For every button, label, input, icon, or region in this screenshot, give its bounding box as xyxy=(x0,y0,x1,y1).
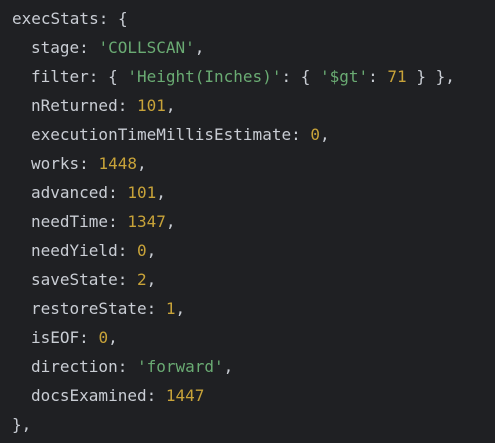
key-restorestate: restoreState xyxy=(31,299,147,318)
punc-colon: : xyxy=(98,9,118,28)
code-line-execstats-open: execStats: { xyxy=(12,4,495,33)
punc-comma: , xyxy=(165,96,176,115)
key-executiontimemillisestimate: executionTimeMillisEstimate xyxy=(31,125,292,144)
key-advanced: advanced xyxy=(31,183,109,202)
punc-colon: : xyxy=(117,270,137,289)
punc-comma: , xyxy=(165,212,176,231)
code-viewer: execStats: { stage: 'COLLSCAN', filter : … xyxy=(0,0,495,443)
value-filter-field: 'Height(Inches)' xyxy=(127,67,282,86)
punc-colon: : xyxy=(146,386,166,405)
code-line-direction: direction: 'forward', xyxy=(12,352,495,381)
value-stage: 'COLLSCAN' xyxy=(98,38,195,57)
punc-comma: , xyxy=(108,328,118,347)
punc-comma: , xyxy=(156,183,166,202)
key-docsexamined: docsExamined xyxy=(31,386,147,405)
punc-colon: : xyxy=(88,67,109,86)
code-line-docsexamined: docsExamined: 1447 xyxy=(12,381,495,410)
punc-comma: , xyxy=(175,299,186,318)
value-filter-threshold: 71 xyxy=(387,67,407,86)
value-savestate: 2 xyxy=(136,270,147,289)
punc-colon: : xyxy=(108,183,128,202)
key-stage: stage xyxy=(31,38,80,57)
key-needtime: needTime xyxy=(31,212,109,231)
punc-comma: , xyxy=(146,241,157,260)
punc-comma: , xyxy=(223,357,234,376)
punc-close-brace: }, xyxy=(12,415,32,434)
value-nreturned: 101 xyxy=(136,96,166,115)
key-iseof: isEOF xyxy=(31,328,80,347)
punc-colon-brace: : { xyxy=(281,67,320,86)
key-works: works xyxy=(31,154,80,173)
punc-comma: , xyxy=(136,154,147,173)
key-savestate: saveState xyxy=(31,270,118,289)
punc-comma: , xyxy=(146,270,157,289)
key-filter: filter xyxy=(31,67,89,86)
punc-open-brace: { xyxy=(117,9,128,28)
punc-close-braces: } }, xyxy=(406,67,455,86)
code-line-nreturned: nReturned: 101, xyxy=(12,91,495,120)
value-restorestate: 1 xyxy=(165,299,176,318)
value-needtime: 1347 xyxy=(127,212,166,231)
punc-comma: , xyxy=(194,38,205,57)
key-direction: direction xyxy=(31,357,118,376)
punc-colon: : xyxy=(108,212,128,231)
value-docsexamined: 1447 xyxy=(165,386,205,405)
code-line-works: works: 1448, xyxy=(12,149,495,178)
punc-colon: : xyxy=(146,299,166,318)
code-line-stage: stage: 'COLLSCAN', xyxy=(12,33,495,62)
code-line-restorestate: restoreState: 1, xyxy=(12,294,495,323)
punc-open-brace: { xyxy=(108,67,128,86)
value-filter-operator: '$gt' xyxy=(319,67,369,86)
code-line-executiontimemillisestimate: executionTimeMillisEstimate: 0, xyxy=(12,120,495,149)
punc-comma: , xyxy=(320,125,330,144)
code-line-iseof: isEOF: 0, xyxy=(12,323,495,352)
punc-colon: : xyxy=(117,357,137,376)
value-works: 1448 xyxy=(98,154,137,173)
code-line-savestate: saveState: 2, xyxy=(12,265,495,294)
key-nreturned: nReturned xyxy=(31,96,118,115)
value-direction: 'forward' xyxy=(136,357,224,376)
punc-colon: : xyxy=(79,154,99,173)
punc-colon: : xyxy=(117,96,137,115)
key-needyield: needYield xyxy=(31,241,118,260)
code-line-needyield: needYield: 0, xyxy=(12,236,495,265)
punc-colon: : xyxy=(79,328,99,347)
code-line-close: }, xyxy=(12,410,495,439)
punc-colon: : xyxy=(291,125,311,144)
key-execstats: execStats xyxy=(12,9,99,28)
punc-colon: : xyxy=(79,38,99,57)
code-line-advanced: advanced: 101, xyxy=(12,178,495,207)
value-iseof: 0 xyxy=(98,328,109,347)
value-needyield: 0 xyxy=(136,241,147,260)
punc-colon: : xyxy=(368,67,388,86)
value-advanced: 101 xyxy=(127,183,157,202)
code-line-needtime: needTime: 1347, xyxy=(12,207,495,236)
value-executiontimemillisestimate: 0 xyxy=(310,125,320,144)
punc-colon: : xyxy=(117,241,137,260)
code-line-filter: filter: { 'Height(Inches)': { '$gt': 71 … xyxy=(12,62,495,91)
